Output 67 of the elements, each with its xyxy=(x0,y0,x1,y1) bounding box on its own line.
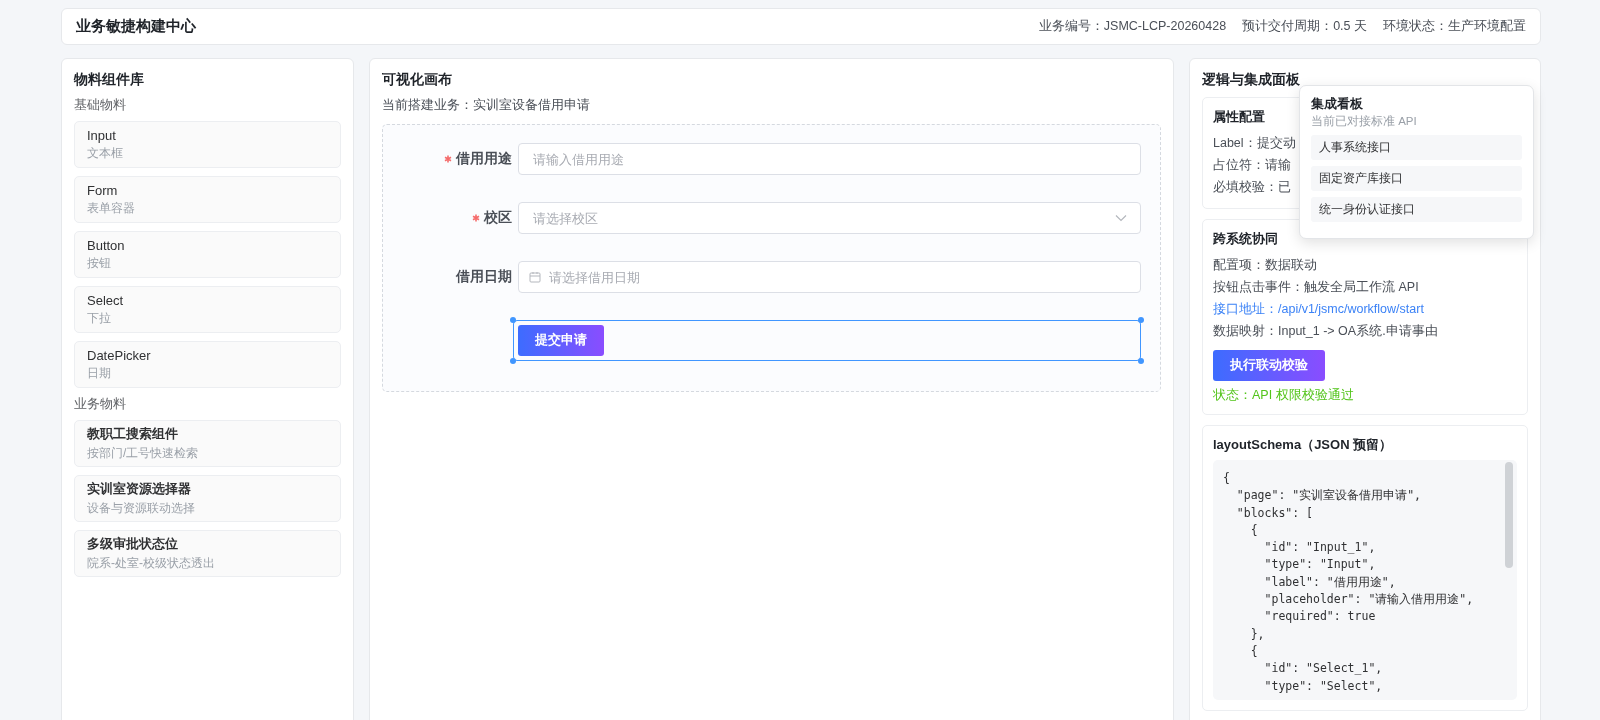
component-item[interactable]: Input 文本框 xyxy=(74,121,341,168)
config-line: 按钮点击事件：触发全局工作流 API xyxy=(1213,279,1420,296)
component-name: Select xyxy=(87,292,125,308)
component-description: 下拉 xyxy=(87,309,112,327)
selected-block[interactable]: 提交申请 xyxy=(513,320,1141,361)
calendar-icon xyxy=(529,271,541,283)
component-item[interactable]: 多级审批状态位 院系-处室-校级状态透出 xyxy=(74,530,341,577)
card-title: 跨系统协同 xyxy=(1213,230,1278,248)
header-info: 环境状态：生产环境配置 xyxy=(1383,18,1526,35)
component-name: DatePicker xyxy=(87,347,152,363)
component-item[interactable]: Select 下拉 xyxy=(74,286,341,333)
popover-title: 集成看板 xyxy=(1311,96,1364,113)
date-field[interactable]: 请选择借用日期 xyxy=(518,261,1141,293)
component-description: 按钮 xyxy=(87,254,112,272)
chevron-down-icon xyxy=(1115,214,1127,222)
api-item[interactable]: 人事系统接口 xyxy=(1311,135,1522,160)
component-name: 教职工搜索组件 xyxy=(87,425,179,443)
property-line: 必填校验：已 xyxy=(1213,180,1291,194)
component-item[interactable]: DatePicker 日期 xyxy=(74,341,341,388)
app-title: 业务敏捷构建中心 xyxy=(76,17,196,36)
field-label: 借用用途 xyxy=(456,150,512,168)
panel-title: 逻辑与集成面板 xyxy=(1202,71,1301,89)
component-item[interactable]: Button 按钮 xyxy=(74,231,341,278)
panel-title: 可视化画布 xyxy=(382,71,453,89)
group-title: 业务物料 xyxy=(74,396,127,413)
component-description: 按部门/工号快速检索 xyxy=(87,445,200,462)
endpoint-link[interactable]: 接口地址：/api/v1/jsmc/workflow/start xyxy=(1213,298,1517,320)
component-description: 院系-处室-校级状态透出 xyxy=(87,555,216,572)
input-field[interactable]: 请输入借用用途 xyxy=(518,143,1141,175)
scrollbar[interactable] xyxy=(1505,462,1513,568)
component-description: 文本框 xyxy=(87,144,124,162)
property-line: 占位符：请输 xyxy=(1213,158,1291,172)
config-line: 配置项：数据联动 xyxy=(1213,257,1318,274)
component-item[interactable]: 教职工搜索组件 按部门/工号快速检索 xyxy=(74,420,341,467)
component-description: 日期 xyxy=(87,364,112,382)
select-field[interactable]: 请选择校区 xyxy=(518,202,1141,234)
group-title: 基础物料 xyxy=(74,97,127,114)
popover-subtitle: 当前已对接标准 API xyxy=(1311,114,1418,129)
component-name: Input xyxy=(87,127,117,143)
header-info: 预计交付周期：0.5 天 xyxy=(1242,18,1367,35)
resize-handle[interactable] xyxy=(510,317,516,323)
component-name: 多级审批状态位 xyxy=(87,535,179,553)
resize-handle[interactable] xyxy=(1138,358,1144,364)
status-text: 状态：API 权限校验通过 xyxy=(1213,387,1355,404)
card-title: layoutSchema（JSON 预留） xyxy=(1213,436,1393,454)
panel-title: 物料组件库 xyxy=(74,71,145,89)
component-name: Button xyxy=(87,237,126,253)
json-code: { "page": "实训室设备借用申请", "blocks": [ { "id": "Input_1", "type": "Input", "label": "借用用途", "placeholder": "请输入借用用途", "required": true }, { "id": "Select_1", "type": "Select", xyxy=(1223,470,1475,695)
resize-handle[interactable] xyxy=(1138,317,1144,323)
header-info: 业务编号：JSMC-LCP-20260428 xyxy=(1038,18,1227,35)
api-item[interactable]: 统一身份认证接口 xyxy=(1311,197,1522,222)
api-item[interactable]: 固定资产库接口 xyxy=(1311,166,1522,191)
component-name: Form xyxy=(87,182,119,198)
field-label: 校区 xyxy=(484,209,512,227)
component-item[interactable]: Form 表单容器 xyxy=(74,176,341,223)
component-item[interactable]: 实训室资源选择器 设备与资源联动选择 xyxy=(74,475,341,522)
card-title: 属性配置 xyxy=(1213,108,1265,126)
component-description: 设备与资源联动选择 xyxy=(87,500,196,517)
config-line: 数据映射：Input_1 -> OA系统.申请事由 xyxy=(1213,323,1439,340)
verify-button[interactable]: 执行联动校验 xyxy=(1213,350,1325,381)
submit-button[interactable]: 提交申请 xyxy=(518,325,604,356)
current-business: 当前搭建业务：实训室设备借用申请 xyxy=(382,97,591,114)
component-description: 表单容器 xyxy=(87,199,136,217)
resize-handle[interactable] xyxy=(510,358,516,364)
component-name: 实训室资源选择器 xyxy=(87,480,192,498)
field-label: 借用日期 xyxy=(456,268,512,286)
property-line: Label：提交动 xyxy=(1213,136,1296,150)
